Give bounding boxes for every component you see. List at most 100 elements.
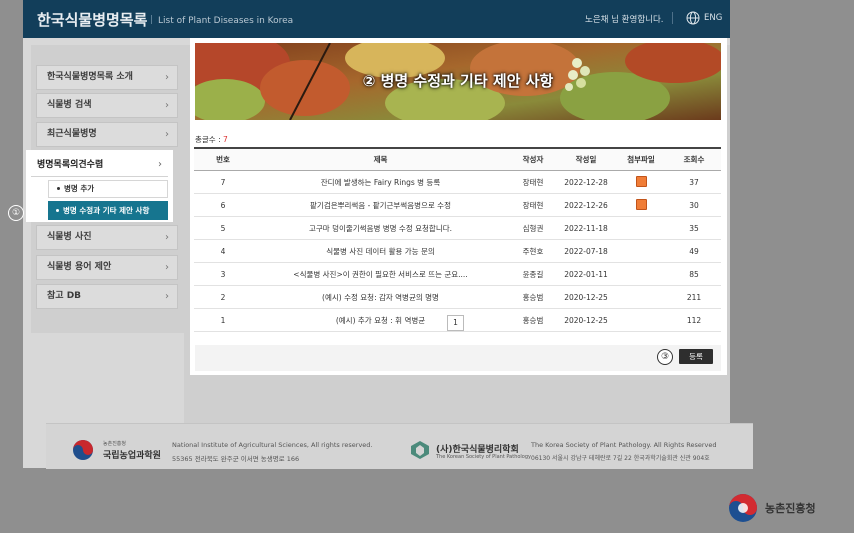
kspp-english-name: The Korean Society of Plant Pathology xyxy=(436,454,531,460)
row-views: 85 xyxy=(667,262,721,286)
row-views: 211 xyxy=(667,285,721,309)
action-bar xyxy=(195,345,721,371)
marker-3: ③ xyxy=(657,349,673,365)
sidebar-active-group: 병명목록의견수렴 › 병명 추가 병명 수정과 기타 제안 사항 xyxy=(26,150,173,222)
row-date: 2022-07-18 xyxy=(557,239,615,263)
sidebar-item-photos[interactable]: 식물병 사진 › xyxy=(36,225,178,250)
row-author: 심형권 xyxy=(509,216,557,240)
row-attachment xyxy=(615,308,667,332)
sidebar-item-reference-db[interactable]: 참고 DB › xyxy=(36,284,178,309)
row-date: 2020-12-25 xyxy=(557,308,615,332)
row-views: 112 xyxy=(667,308,721,332)
language-toggle[interactable]: ENG xyxy=(704,13,722,23)
sidebar-item-label: 식물병 검색 xyxy=(47,100,92,110)
table-header-row: 번호 제목 작성자 작성일 첨부파일 조회수 xyxy=(194,147,721,171)
chevron-right-icon: › xyxy=(165,72,169,83)
site-title[interactable]: 한국식물병명목록 xyxy=(37,9,147,30)
row-attachment xyxy=(615,239,667,263)
row-number: 4 xyxy=(194,239,252,263)
sidebar-subitem-edit-active[interactable]: 병명 수정과 기타 제안 사항 xyxy=(48,201,168,220)
attachment-file-icon[interactable] xyxy=(635,176,647,187)
row-attachment xyxy=(615,193,667,217)
sidebar-item-label: 식물병 용어 제안 xyxy=(47,262,112,272)
pagination-page[interactable]: 1 xyxy=(447,315,464,331)
column-header: 번호 xyxy=(194,147,252,171)
column-header: 첨부파일 xyxy=(615,147,667,171)
sidebar-item-label: 참고 DB xyxy=(47,291,82,301)
naas-address: 55365 전라북도 완주군 이서면 농생명로 166 xyxy=(172,455,300,463)
sidebar-item-intro[interactable]: 한국식물병명목록 소개 › xyxy=(36,65,178,90)
marker-2: ② xyxy=(362,72,376,90)
row-views: 37 xyxy=(667,170,721,194)
naas-copyright: National Institute of Agricultural Scien… xyxy=(172,441,373,449)
row-views: 35 xyxy=(667,216,721,240)
sidebar-item-feedback[interactable]: 병명목록의견수렴 › xyxy=(31,153,168,177)
row-title-link[interactable]: (예시) 수정 요청: 감자 역병균의 명명 xyxy=(252,285,509,309)
table-row[interactable]: 4 식물병 사진 데이터 활용 가능 문의 주현호 2022-07-18 49 xyxy=(194,239,721,263)
row-title-link[interactable]: <식물병 사진>이 권한이 필요한 서비스로 뜨는 군요.... xyxy=(252,262,509,286)
row-author: 장태현 xyxy=(509,193,557,217)
row-number: 2 xyxy=(194,285,252,309)
marker-1: ① xyxy=(8,205,24,221)
row-attachment xyxy=(615,285,667,309)
total-count-label: 총글수 : xyxy=(195,135,223,144)
attachment-file-icon[interactable] xyxy=(635,199,647,210)
sidebar-item-recent[interactable]: 최근식물병명 › xyxy=(36,122,178,147)
row-author: 장태현 xyxy=(509,170,557,194)
sidebar-item-label: 병명목록의견수렴 xyxy=(37,160,104,170)
welcome-message: 노은채 님 환영합니다. xyxy=(585,15,664,25)
sidebar-item-terms[interactable]: 식물병 용어 제안 › xyxy=(36,255,178,280)
table-row[interactable]: 7 잔디에 발생하는 Fairy Rings 병 등록 장태현 2022-12-… xyxy=(194,170,721,194)
chevron-right-icon: › xyxy=(165,262,169,273)
table-row[interactable]: 6 팥기검은뿌리썩음 - 팥기근부썩음병으로 수정 장태현 2022-12-26… xyxy=(194,193,721,217)
main-panel: ② 병명 수정과 기타 제안 사항 총글수 : 7 번호 제목 작성자 작성일 … xyxy=(190,38,727,375)
row-author: 주현호 xyxy=(509,239,557,263)
footer: 농촌진흥청 국립농업과학원 National Institute of Agri… xyxy=(46,423,753,469)
banner-title: ② 병명 수정과 기타 제안 사항 xyxy=(195,43,721,120)
row-attachment xyxy=(615,262,667,286)
column-header: 작성자 xyxy=(509,147,557,171)
bullet-icon xyxy=(56,209,59,212)
table-row[interactable]: 3 <식물병 사진>이 권한이 필요한 서비스로 뜨는 군요.... 윤종길 2… xyxy=(194,262,721,286)
rda-logo-icon xyxy=(729,494,757,522)
row-attachment xyxy=(615,216,667,240)
total-count-value: 7 xyxy=(223,135,228,144)
row-date: 2020-12-25 xyxy=(557,285,615,309)
column-header: 조회수 xyxy=(667,147,721,171)
row-date: 2022-12-26 xyxy=(557,193,615,217)
site-subtitle: List of Plant Diseases in Korea xyxy=(151,15,293,26)
register-button[interactable]: 등록 xyxy=(679,349,713,364)
sidebar-subitem-label: 병명 추가 xyxy=(64,184,95,193)
row-title-link[interactable]: 고구마 덩이줄기썩음병 병명 수정 요청합니다. xyxy=(252,216,509,240)
table-row[interactable]: 2 (예시) 수정 요청: 감자 역병균의 명명 홍승범 2020-12-25 … xyxy=(194,285,721,309)
post-table: 번호 제목 작성자 작성일 첨부파일 조회수 7 잔디에 발생하는 Fairy … xyxy=(194,147,721,332)
globe-icon[interactable] xyxy=(686,11,700,25)
top-bar: 한국식물병명목록 List of Plant Diseases in Korea… xyxy=(23,0,730,38)
kspp-logo-icon xyxy=(411,441,429,459)
sidebar-subitem-label: 병명 수정과 기타 제안 사항 xyxy=(63,206,150,215)
banner-title-text: 병명 수정과 기타 제안 사항 xyxy=(380,72,554,90)
chevron-right-icon: › xyxy=(165,291,169,302)
total-count: 총글수 : 7 xyxy=(195,134,228,145)
chevron-right-icon: › xyxy=(158,159,162,170)
row-title-link[interactable]: 잔디에 발생하는 Fairy Rings 병 등록 xyxy=(252,170,509,194)
row-date: 2022-12-28 xyxy=(557,170,615,194)
column-header: 작성일 xyxy=(557,147,615,171)
row-author: 홍승범 xyxy=(509,308,557,332)
bullet-icon xyxy=(57,187,60,190)
row-title-link[interactable]: 팥기검은뿌리썩음 - 팥기근부썩음병으로 수정 xyxy=(252,193,509,217)
site-subtitle-text: List of Plant Diseases in Korea xyxy=(158,16,294,26)
row-attachment xyxy=(615,170,667,194)
sidebar-item-label: 한국식물병명목록 소개 xyxy=(47,72,133,82)
row-views: 49 xyxy=(667,239,721,263)
row-title-link[interactable]: 식물병 사진 데이터 활용 가능 문의 xyxy=(252,239,509,263)
column-header: 제목 xyxy=(252,147,509,171)
row-date: 2022-01-11 xyxy=(557,262,615,286)
sidebar-item-search[interactable]: 식물병 검색 › xyxy=(36,93,178,118)
sidebar-subitem-add[interactable]: 병명 추가 xyxy=(48,180,168,198)
row-number: 7 xyxy=(194,170,252,194)
row-date: 2022-11-18 xyxy=(557,216,615,240)
kspp-address: 06130 서울시 강남구 테헤란로 7길 22 한국과학기술회관 신관 904… xyxy=(531,455,710,462)
table-row[interactable]: 5 고구마 덩이줄기썩음병 병명 수정 요청합니다. 심형권 2022-11-1… xyxy=(194,216,721,240)
row-title-link[interactable]: (예시) 추가 요청 : 휘 역병균 xyxy=(252,308,509,332)
